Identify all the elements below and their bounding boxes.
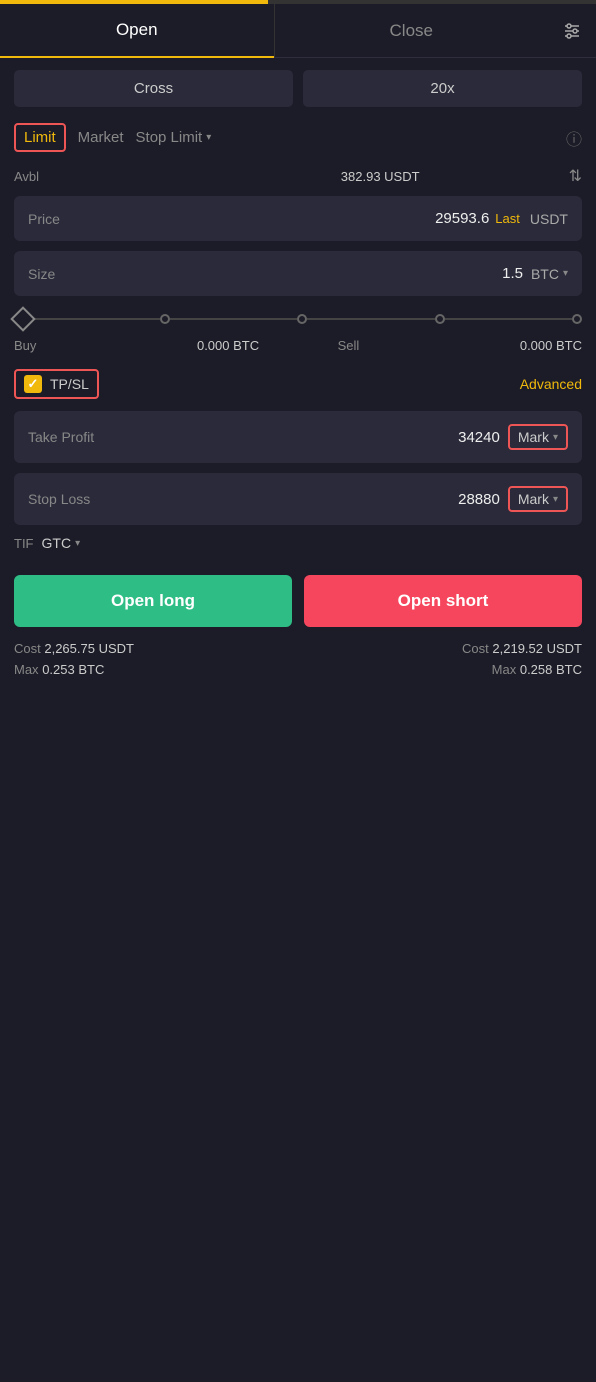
- size-label: Size: [28, 266, 78, 282]
- price-input-row: Price 29593.6 Last USDT: [14, 196, 582, 241]
- open-short-button[interactable]: Open short: [304, 575, 582, 627]
- short-max-label: Max: [492, 662, 517, 677]
- sliders-icon: [562, 21, 582, 41]
- slider-dot-50: [295, 312, 309, 326]
- size-input-row: Size 1.5 BTC ▾: [14, 251, 582, 296]
- long-cost-value: 2,265.75 USDT: [44, 641, 134, 656]
- short-cost-label: Cost: [462, 641, 489, 656]
- size-unit-dropdown[interactable]: BTC ▾: [531, 266, 568, 282]
- last-tag: Last: [495, 211, 520, 226]
- chevron-down-icon: ▾: [563, 268, 568, 279]
- tif-label: TIF: [14, 536, 34, 551]
- tpsl-label: TP/SL: [50, 376, 89, 392]
- slider-dot-25: [157, 312, 171, 326]
- settings-icon-btn[interactable]: [548, 21, 596, 41]
- open-long-button[interactable]: Open long: [14, 575, 292, 627]
- stop-loss-row: Stop Loss 28880 Mark ▾: [14, 473, 582, 525]
- stop-limit-tab[interactable]: Stop Limit ▾: [136, 129, 212, 146]
- tpsl-checkbox: ✓: [24, 375, 42, 393]
- tab-row: Open Close: [0, 4, 596, 58]
- chevron-down-icon: ▾: [206, 132, 211, 143]
- slider-dot-75: [432, 312, 446, 326]
- price-label: Price: [28, 211, 78, 227]
- leverage-btn[interactable]: 20x: [303, 70, 582, 107]
- slider-dot-100: [570, 312, 584, 326]
- buy-value: 0.000 BTC: [197, 338, 259, 353]
- tif-dropdown[interactable]: GTC ▾: [42, 535, 81, 551]
- take-profit-label: Take Profit: [28, 429, 118, 445]
- take-profit-row: Take Profit 34240 Mark ▾: [14, 411, 582, 463]
- sell-value: 0.000 BTC: [520, 338, 582, 353]
- close-tab[interactable]: Close: [275, 5, 549, 57]
- advanced-btn[interactable]: Advanced: [520, 376, 582, 392]
- long-max-value: 0.253 BTC: [42, 662, 104, 677]
- price-value[interactable]: 29593.6: [435, 210, 489, 227]
- cross-mode-btn[interactable]: Cross: [14, 70, 293, 107]
- short-cost-value: 2,219.52 USDT: [492, 641, 582, 656]
- avbl-label: Avbl: [14, 169, 39, 184]
- price-unit: USDT: [530, 211, 568, 227]
- sell-label: Sell: [338, 338, 360, 353]
- long-cost-label: Cost: [14, 641, 41, 656]
- take-profit-value[interactable]: 34240: [458, 429, 500, 446]
- transfer-icon[interactable]: ⇅: [569, 166, 582, 186]
- tpsl-checkbox-wrapper[interactable]: ✓ TP/SL: [14, 369, 99, 399]
- short-max-value: 0.258 BTC: [520, 662, 582, 677]
- chevron-down-icon: ▾: [75, 538, 80, 549]
- limit-tab[interactable]: Limit: [14, 123, 66, 152]
- slider-track[interactable]: [14, 310, 582, 328]
- chevron-down-icon: ▾: [553, 432, 558, 443]
- take-profit-mark-dropdown[interactable]: Mark ▾: [508, 424, 568, 450]
- buy-label: Buy: [14, 338, 36, 353]
- size-value[interactable]: 1.5: [502, 265, 523, 282]
- info-icon[interactable]: ⓘ: [566, 126, 582, 150]
- long-max-label: Max: [14, 662, 39, 677]
- stop-loss-mark-dropdown[interactable]: Mark ▾: [508, 486, 568, 512]
- chevron-down-icon: ▾: [553, 494, 558, 505]
- market-tab[interactable]: Market: [70, 123, 132, 152]
- avbl-value: 382.93 USDT: [341, 169, 420, 184]
- slider-section: [14, 310, 582, 328]
- open-tab[interactable]: Open: [0, 4, 274, 58]
- stop-loss-label: Stop Loss: [28, 491, 118, 507]
- slider-diamond-main: [10, 306, 35, 331]
- stop-loss-value[interactable]: 28880: [458, 491, 500, 508]
